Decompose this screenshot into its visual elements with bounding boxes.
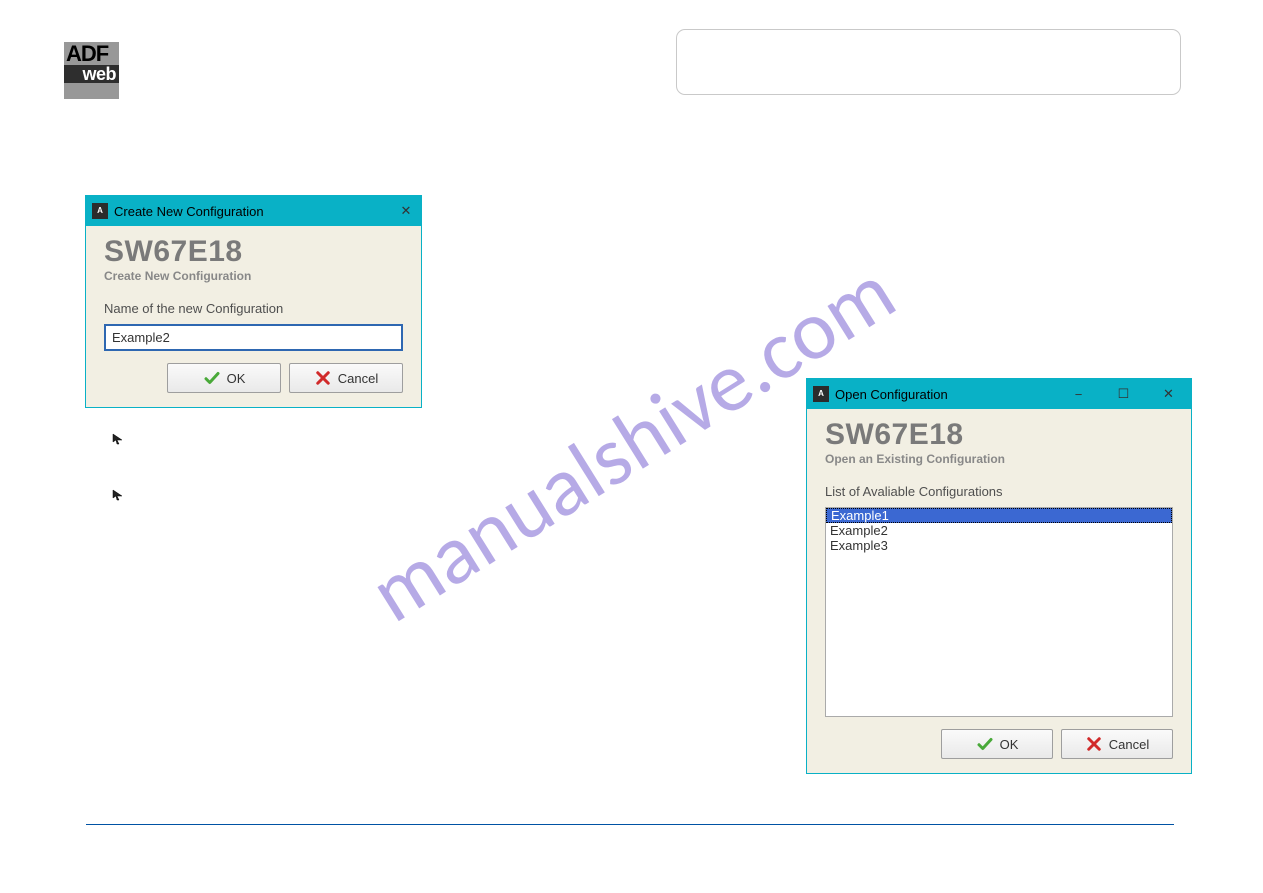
bullet-item — [112, 488, 128, 500]
list-item[interactable]: Example3 — [826, 538, 1172, 553]
close-icon[interactable]: ✕ — [391, 196, 421, 226]
minimize-icon[interactable]: − — [1056, 379, 1101, 409]
create-field-label: Name of the new Configuration — [104, 301, 403, 316]
cancel-label: Cancel — [1109, 737, 1149, 752]
open-dialog-titlebar[interactable]: A Open Configuration − ☐ ✕ — [807, 379, 1191, 409]
open-dialog-title: Open Configuration — [835, 387, 948, 402]
logo-text-top: ADF — [64, 42, 119, 65]
open-dialog-heading: SW67E18 — [825, 420, 1173, 450]
create-dialog-titlebar[interactable]: A Create New Configuration ✕ — [86, 196, 421, 226]
pointer-icon — [112, 432, 124, 444]
open-configuration-dialog: A Open Configuration − ☐ ✕ SW67E18 Open … — [806, 378, 1192, 774]
create-dialog-buttons: OK Cancel — [104, 363, 403, 393]
open-dialog-buttons: OK Cancel — [825, 729, 1173, 759]
list-item[interactable]: Example1 — [826, 508, 1172, 523]
cancel-label: Cancel — [338, 371, 378, 386]
open-dialog-subheading: Open an Existing Configuration — [825, 452, 1173, 466]
bullet-item — [112, 432, 128, 444]
logo-text-bottom: web — [64, 65, 119, 83]
footer-separator — [86, 824, 1174, 825]
adf-web-logo: ADF web — [64, 42, 119, 99]
maximize-icon[interactable]: ☐ — [1101, 379, 1146, 409]
cancel-button[interactable]: Cancel — [289, 363, 403, 393]
ok-button[interactable]: OK — [941, 729, 1053, 759]
info-box — [676, 29, 1181, 95]
ok-label: OK — [1000, 737, 1019, 752]
open-dialog-body: SW67E18 Open an Existing Configuration L… — [807, 409, 1191, 773]
create-dialog-title: Create New Configuration — [114, 204, 264, 219]
pointer-icon — [112, 488, 124, 500]
configurations-listbox[interactable]: Example1 Example2 Example3 — [825, 507, 1173, 717]
create-dialog-subheading: Create New Configuration — [104, 269, 403, 283]
create-dialog-body: SW67E18 Create New Configuration Name of… — [86, 226, 421, 407]
page-root: { "logo": { "top": "ADF", "bottom": "web… — [0, 0, 1263, 893]
app-icon: A — [92, 203, 108, 219]
create-configuration-dialog: A Create New Configuration ✕ SW67E18 Cre… — [85, 195, 422, 408]
bullet-list — [112, 432, 128, 544]
list-item[interactable]: Example2 — [826, 523, 1172, 538]
check-icon — [976, 735, 994, 753]
close-icon[interactable]: ✕ — [1146, 379, 1191, 409]
ok-label: OK — [227, 371, 246, 386]
cross-icon — [314, 369, 332, 387]
open-list-label: List of Avaliable Configurations — [825, 484, 1173, 499]
cancel-button[interactable]: Cancel — [1061, 729, 1173, 759]
check-icon — [203, 369, 221, 387]
app-icon: A — [813, 386, 829, 402]
cross-icon — [1085, 735, 1103, 753]
create-dialog-heading: SW67E18 — [104, 237, 403, 267]
ok-button[interactable]: OK — [167, 363, 281, 393]
configuration-name-input[interactable] — [104, 324, 403, 351]
